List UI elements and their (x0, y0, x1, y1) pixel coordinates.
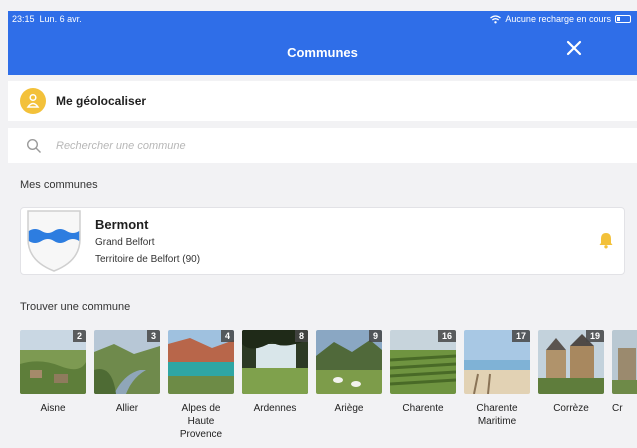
page-title: Communes (287, 45, 358, 60)
geolocate-button[interactable]: Me géolocaliser (8, 81, 637, 121)
department-name: Corrèze (553, 403, 589, 414)
department-image (612, 330, 637, 394)
wifi-icon (490, 14, 502, 23)
department-tile[interactable]: 19 Corrèze (538, 330, 604, 415)
department-image: 9 (316, 330, 382, 394)
battery-icon (615, 15, 631, 23)
commune-count-badge: 17 (511, 330, 530, 342)
close-button[interactable] (563, 37, 585, 59)
department-name: Aisne (40, 403, 66, 414)
commune-count-badge: 4 (220, 330, 234, 342)
location-person-icon (20, 88, 46, 114)
department-carousel: 2 Aisne 3 Allier 4 Alpes de Haute Proven… (20, 330, 637, 448)
department-name: Allier (115, 403, 139, 414)
department-tile[interactable]: 8 Ardennes (242, 330, 308, 415)
department-image: 4 (168, 330, 234, 394)
commune-count-badge: 8 (294, 330, 308, 342)
commune-count-badge: 19 (585, 330, 604, 342)
commune-card[interactable]: Bermont Grand Belfort Territoire de Belf… (20, 207, 625, 275)
department-name: Charente Maritime (476, 403, 518, 427)
status-right: Aucune recharge en cours (490, 14, 631, 24)
my-communes-title: Mes communes (20, 179, 98, 191)
find-commune-title: Trouver une commune (20, 301, 131, 313)
commune-name: Bermont (95, 217, 149, 232)
commune-count-badge: 16 (437, 330, 456, 342)
department-tile[interactable]: 16 Charente (390, 330, 456, 415)
department-tile[interactable]: Cr (612, 330, 637, 415)
department-image: 16 (390, 330, 456, 394)
department-image: 3 (94, 330, 160, 394)
search-bar (8, 128, 637, 163)
geolocate-label: Me géolocaliser (56, 94, 147, 108)
commune-count-badge: 3 (146, 330, 160, 342)
commune-count-badge: 2 (72, 330, 86, 342)
department-image: 2 (20, 330, 86, 394)
search-icon (26, 138, 41, 153)
coat-of-arms-icon (27, 210, 81, 272)
department-tile[interactable]: 3 Allier (94, 330, 160, 415)
search-input[interactable] (54, 138, 458, 153)
department-name: Charente (402, 403, 444, 414)
department-tile[interactable]: 17 Charente Maritime (464, 330, 530, 428)
status-date: Lun. 6 avr. (39, 14, 82, 24)
department-name: Ariège (334, 403, 364, 414)
close-icon (566, 40, 582, 56)
department-image: 8 (242, 330, 308, 394)
commune-department: Territoire de Belfort (90) (95, 254, 201, 265)
commune-intercommunality: Grand Belfort (95, 237, 155, 248)
department-tile[interactable]: 4 Alpes de Haute Provence (168, 330, 234, 441)
battery-status-text: Aucune recharge en cours (505, 14, 611, 24)
status-clock: 23:15 (12, 14, 35, 24)
department-image: 17 (464, 330, 530, 394)
app-header: 23:15 Lun. 6 avr. Aucune recharge en cou… (8, 11, 637, 75)
department-tile[interactable]: 9 Ariège (316, 330, 382, 415)
department-name: Cr (612, 403, 623, 414)
department-image: 19 (538, 330, 604, 394)
commune-count-badge: 9 (368, 330, 382, 342)
bell-icon[interactable] (598, 231, 614, 249)
department-name: Alpes de Haute Provence (179, 403, 223, 440)
status-time: 23:15 Lun. 6 avr. (12, 14, 82, 24)
department-name: Ardennes (253, 403, 297, 414)
department-tile[interactable]: 2 Aisne (20, 330, 86, 415)
